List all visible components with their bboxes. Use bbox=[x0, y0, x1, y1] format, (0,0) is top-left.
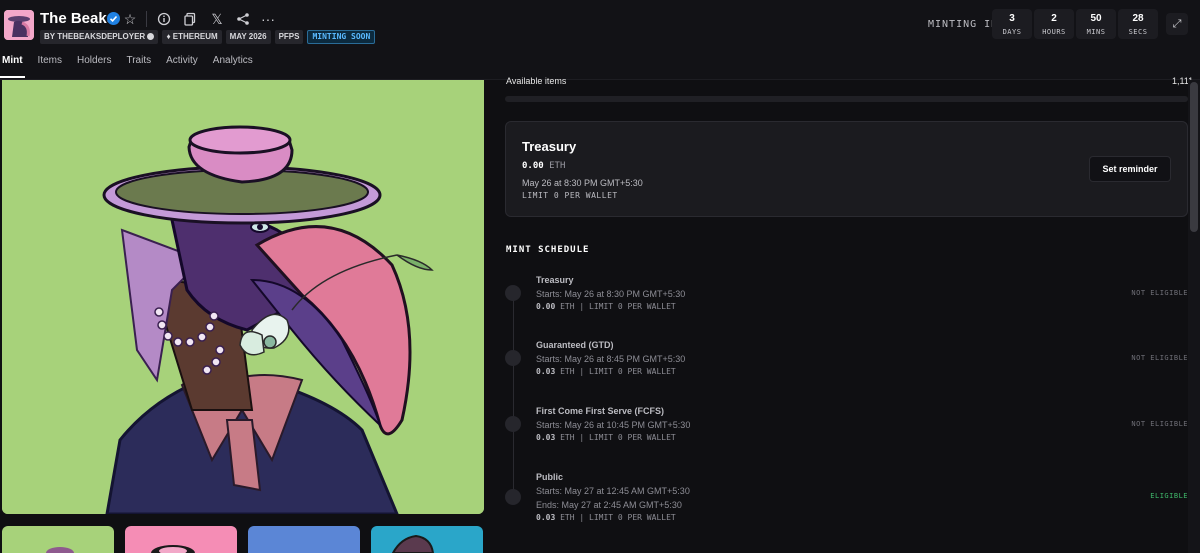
treasury-title: Treasury bbox=[522, 139, 577, 154]
eligibility-status: NOT ELIGIBLE bbox=[1131, 420, 1188, 428]
status-badge: MINTING SOON bbox=[307, 30, 376, 44]
eligibility-status: NOT ELIGIBLE bbox=[1131, 289, 1188, 297]
timeline-line bbox=[513, 293, 514, 498]
ethereum-icon: ♦ bbox=[166, 32, 171, 41]
treasury-card: Treasury 0.00 ETH May 26 at 8:30 PM GMT+… bbox=[505, 121, 1188, 217]
verified-badge-icon bbox=[107, 12, 120, 25]
collection-header: The Beaks ☆ 𝕏 ··· BY THEBEAKSDEPLOYER ♦ … bbox=[0, 0, 1200, 80]
collection-title: The Beaks bbox=[40, 10, 116, 27]
timeline-dot bbox=[505, 416, 521, 432]
countdown-label: MINTING IN bbox=[928, 19, 999, 30]
eligibility-status: NOT ELIGIBLE bbox=[1131, 354, 1188, 362]
tab-activity[interactable]: Activity bbox=[164, 54, 200, 78]
timeline-dot bbox=[505, 489, 521, 505]
copy-icon[interactable] bbox=[181, 10, 199, 28]
chain-chip: ♦ ETHEREUM bbox=[162, 30, 222, 44]
date-chip: MAY 2026 bbox=[225, 30, 271, 44]
countdown-hours: 2 HOURS bbox=[1034, 9, 1074, 39]
thumbnail-3[interactable] bbox=[248, 526, 360, 553]
scrollbar-thumb[interactable] bbox=[1190, 82, 1198, 232]
share-icon[interactable] bbox=[234, 10, 252, 28]
tab-items[interactable]: Items bbox=[36, 54, 64, 78]
mint-schedule-title: MINT SCHEDULE bbox=[506, 245, 590, 255]
x-logo-icon[interactable]: 𝕏 bbox=[208, 10, 226, 28]
available-items-label: Available items bbox=[506, 76, 567, 86]
category-chip[interactable]: PFPS bbox=[274, 30, 304, 44]
thumbnail-1[interactable] bbox=[2, 526, 114, 553]
tab-analytics[interactable]: Analytics bbox=[211, 54, 255, 78]
mint-progress-bar bbox=[505, 96, 1188, 102]
collection-avatar[interactable] bbox=[4, 10, 34, 40]
eligibility-status: ELIGIBLE bbox=[1150, 492, 1188, 500]
collection-chips: BY THEBEAKSDEPLOYER ♦ ETHEREUM MAY 2026 … bbox=[40, 30, 376, 44]
creator-chip[interactable]: BY THEBEAKSDEPLOYER bbox=[40, 30, 159, 44]
expand-icon[interactable]: ⤢ bbox=[1166, 13, 1188, 35]
countdown-secs: 28 SECS bbox=[1118, 9, 1158, 39]
tab-mint[interactable]: Mint bbox=[0, 54, 25, 78]
info-icon[interactable] bbox=[155, 10, 173, 28]
treasury-limit: LIMIT 0 PER WALLET bbox=[522, 191, 618, 200]
timeline-dot bbox=[505, 285, 521, 301]
set-reminder-button[interactable]: Set reminder bbox=[1089, 156, 1171, 182]
treasury-date: May 26 at 8:30 PM GMT+5:30 bbox=[522, 178, 643, 188]
nft-artwork[interactable] bbox=[2, 80, 484, 514]
collection-tabs: Mint Items Holders Traits Activity Analy… bbox=[0, 54, 266, 78]
treasury-price: 0.00 ETH bbox=[522, 161, 566, 171]
verified-small-icon bbox=[147, 33, 155, 40]
timeline-dot bbox=[505, 350, 521, 366]
tab-traits[interactable]: Traits bbox=[124, 54, 153, 78]
tab-holders[interactable]: Holders bbox=[75, 54, 113, 78]
thumbnail-4[interactable] bbox=[371, 526, 483, 553]
star-icon[interactable]: ☆ bbox=[121, 10, 139, 28]
thumbnail-2[interactable] bbox=[125, 526, 237, 553]
more-icon[interactable]: ··· bbox=[259, 10, 277, 28]
artwork-thumbnails bbox=[2, 526, 484, 553]
countdown-days: 3 DAYS bbox=[992, 9, 1032, 39]
header-divider bbox=[146, 11, 147, 27]
countdown-mins: 50 MINS bbox=[1076, 9, 1116, 39]
